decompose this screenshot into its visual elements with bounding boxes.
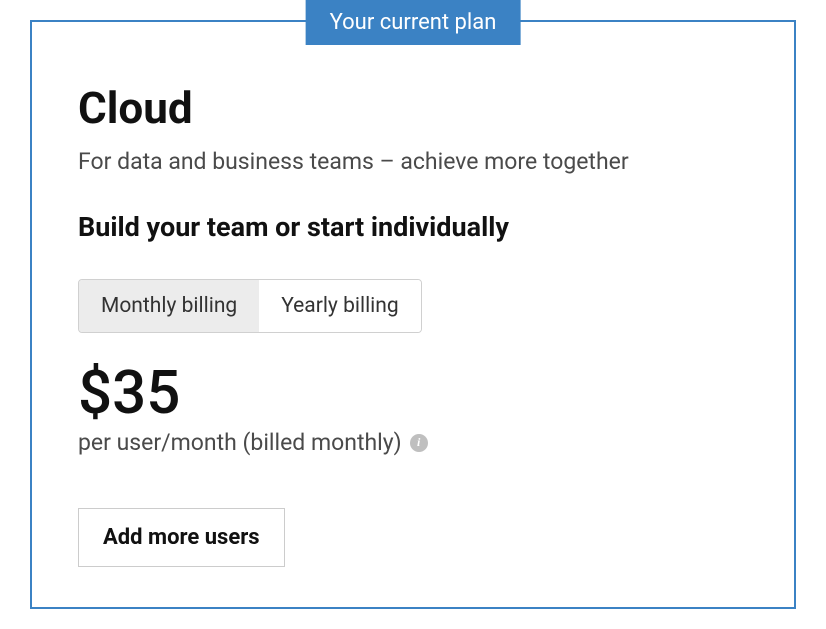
- price-note-text: per user/month (billed monthly): [78, 429, 402, 456]
- price-amount: $35: [78, 363, 748, 423]
- info-icon[interactable]: i: [410, 434, 428, 452]
- billing-option-monthly[interactable]: Monthly billing: [79, 280, 259, 332]
- billing-option-yearly[interactable]: Yearly billing: [259, 280, 420, 332]
- price-note-row: per user/month (billed monthly) i: [78, 429, 748, 456]
- plan-description: For data and business teams – achieve mo…: [78, 148, 748, 175]
- plan-title: Cloud: [78, 82, 748, 134]
- billing-toggle: Monthly billing Yearly billing: [78, 279, 422, 333]
- plan-subtitle: Build your team or start individually: [78, 211, 748, 243]
- add-more-users-button[interactable]: Add more users: [78, 508, 285, 567]
- current-plan-badge: Your current plan: [306, 0, 521, 45]
- plan-card: Your current plan Cloud For data and bus…: [30, 20, 796, 609]
